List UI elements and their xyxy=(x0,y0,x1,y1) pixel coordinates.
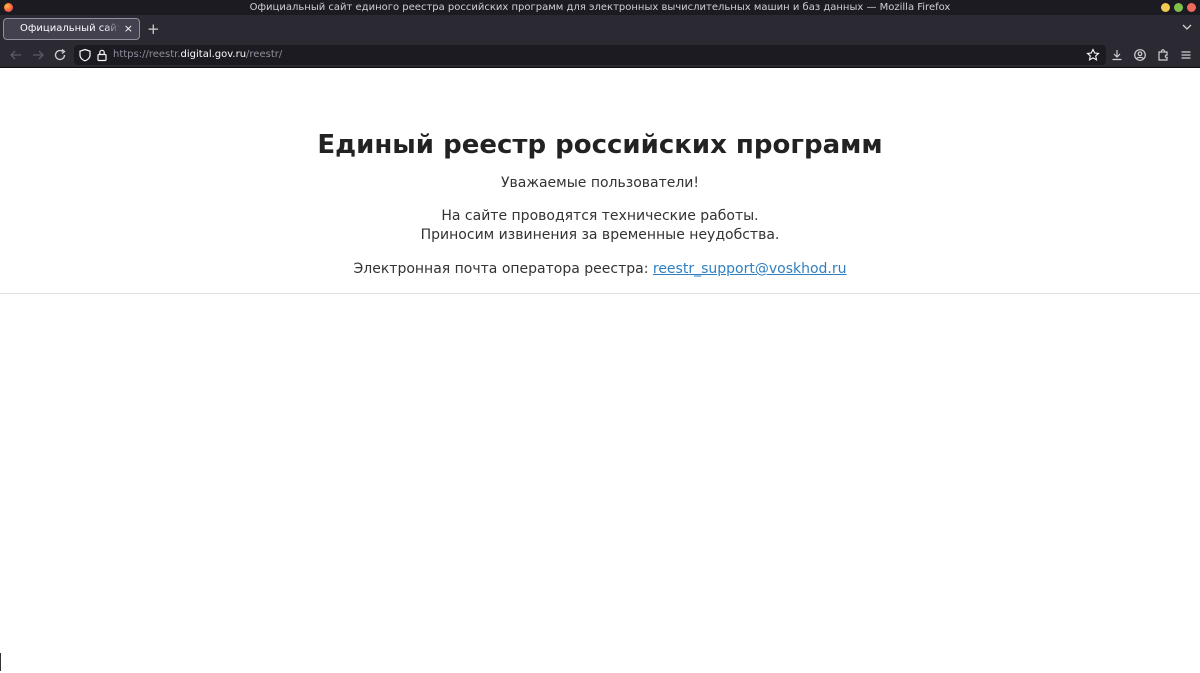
downloads-icon[interactable] xyxy=(1110,48,1124,62)
maintenance-notice: Единый реестр российских программ Уважае… xyxy=(0,69,1200,294)
window-titlebar: Официальный сайт единого реестра российс… xyxy=(0,0,1200,15)
maintenance-text: На сайте проводятся технические работы. xyxy=(441,208,759,224)
firefox-logo-icon xyxy=(4,3,13,12)
tracking-protection-shield-icon[interactable] xyxy=(78,48,92,62)
reload-icon[interactable] xyxy=(53,48,67,62)
tab-label: Официальный сайт единого реестра российс… xyxy=(20,23,120,34)
minimize-window-icon[interactable] xyxy=(1161,3,1170,12)
url-text[interactable]: https://reestr.digital.gov.ru/reestr/ xyxy=(113,45,282,65)
support-email-link[interactable]: reestr_support@voskhod.ru xyxy=(653,261,847,277)
window-title: Официальный сайт единого реестра российс… xyxy=(249,2,951,13)
back-icon[interactable] xyxy=(9,48,23,62)
page-title: Единый реестр российских программ xyxy=(317,130,883,160)
close-window-icon[interactable] xyxy=(1187,3,1196,12)
tab-close-icon[interactable]: × xyxy=(124,19,133,39)
text-cursor xyxy=(0,653,1,671)
menu-icon[interactable] xyxy=(1179,48,1193,62)
apology-text: Приносим извинения за временные неудобст… xyxy=(420,227,780,243)
contact-line: Электронная почта оператора реестра: ree… xyxy=(0,260,1200,278)
extensions-icon[interactable] xyxy=(1156,48,1170,62)
new-tab-button[interactable]: + xyxy=(147,19,160,39)
maximize-window-icon[interactable] xyxy=(1174,3,1183,12)
lock-icon[interactable] xyxy=(95,48,109,62)
tab-reestr[interactable]: Официальный сайт единого реестра российс… xyxy=(3,18,140,40)
navigation-bar: https://reestr.digital.gov.ru/reestr/ xyxy=(0,42,1200,68)
contact-label: Электронная почта оператора реестра: xyxy=(353,261,653,277)
web-page: Единый реестр российских программ Уважае… xyxy=(0,69,1200,673)
address-bar[interactable]: https://reestr.digital.gov.ru/reestr/ xyxy=(74,45,1106,65)
list-all-tabs-icon[interactable] xyxy=(1180,19,1194,33)
account-icon[interactable] xyxy=(1133,48,1147,62)
forward-icon[interactable] xyxy=(31,48,45,62)
bookmark-star-icon[interactable] xyxy=(1086,48,1100,62)
tab-strip: Официальный сайт единого реестра российс… xyxy=(0,15,1200,42)
greeting-text: Уважаемые пользователи! xyxy=(500,175,700,191)
